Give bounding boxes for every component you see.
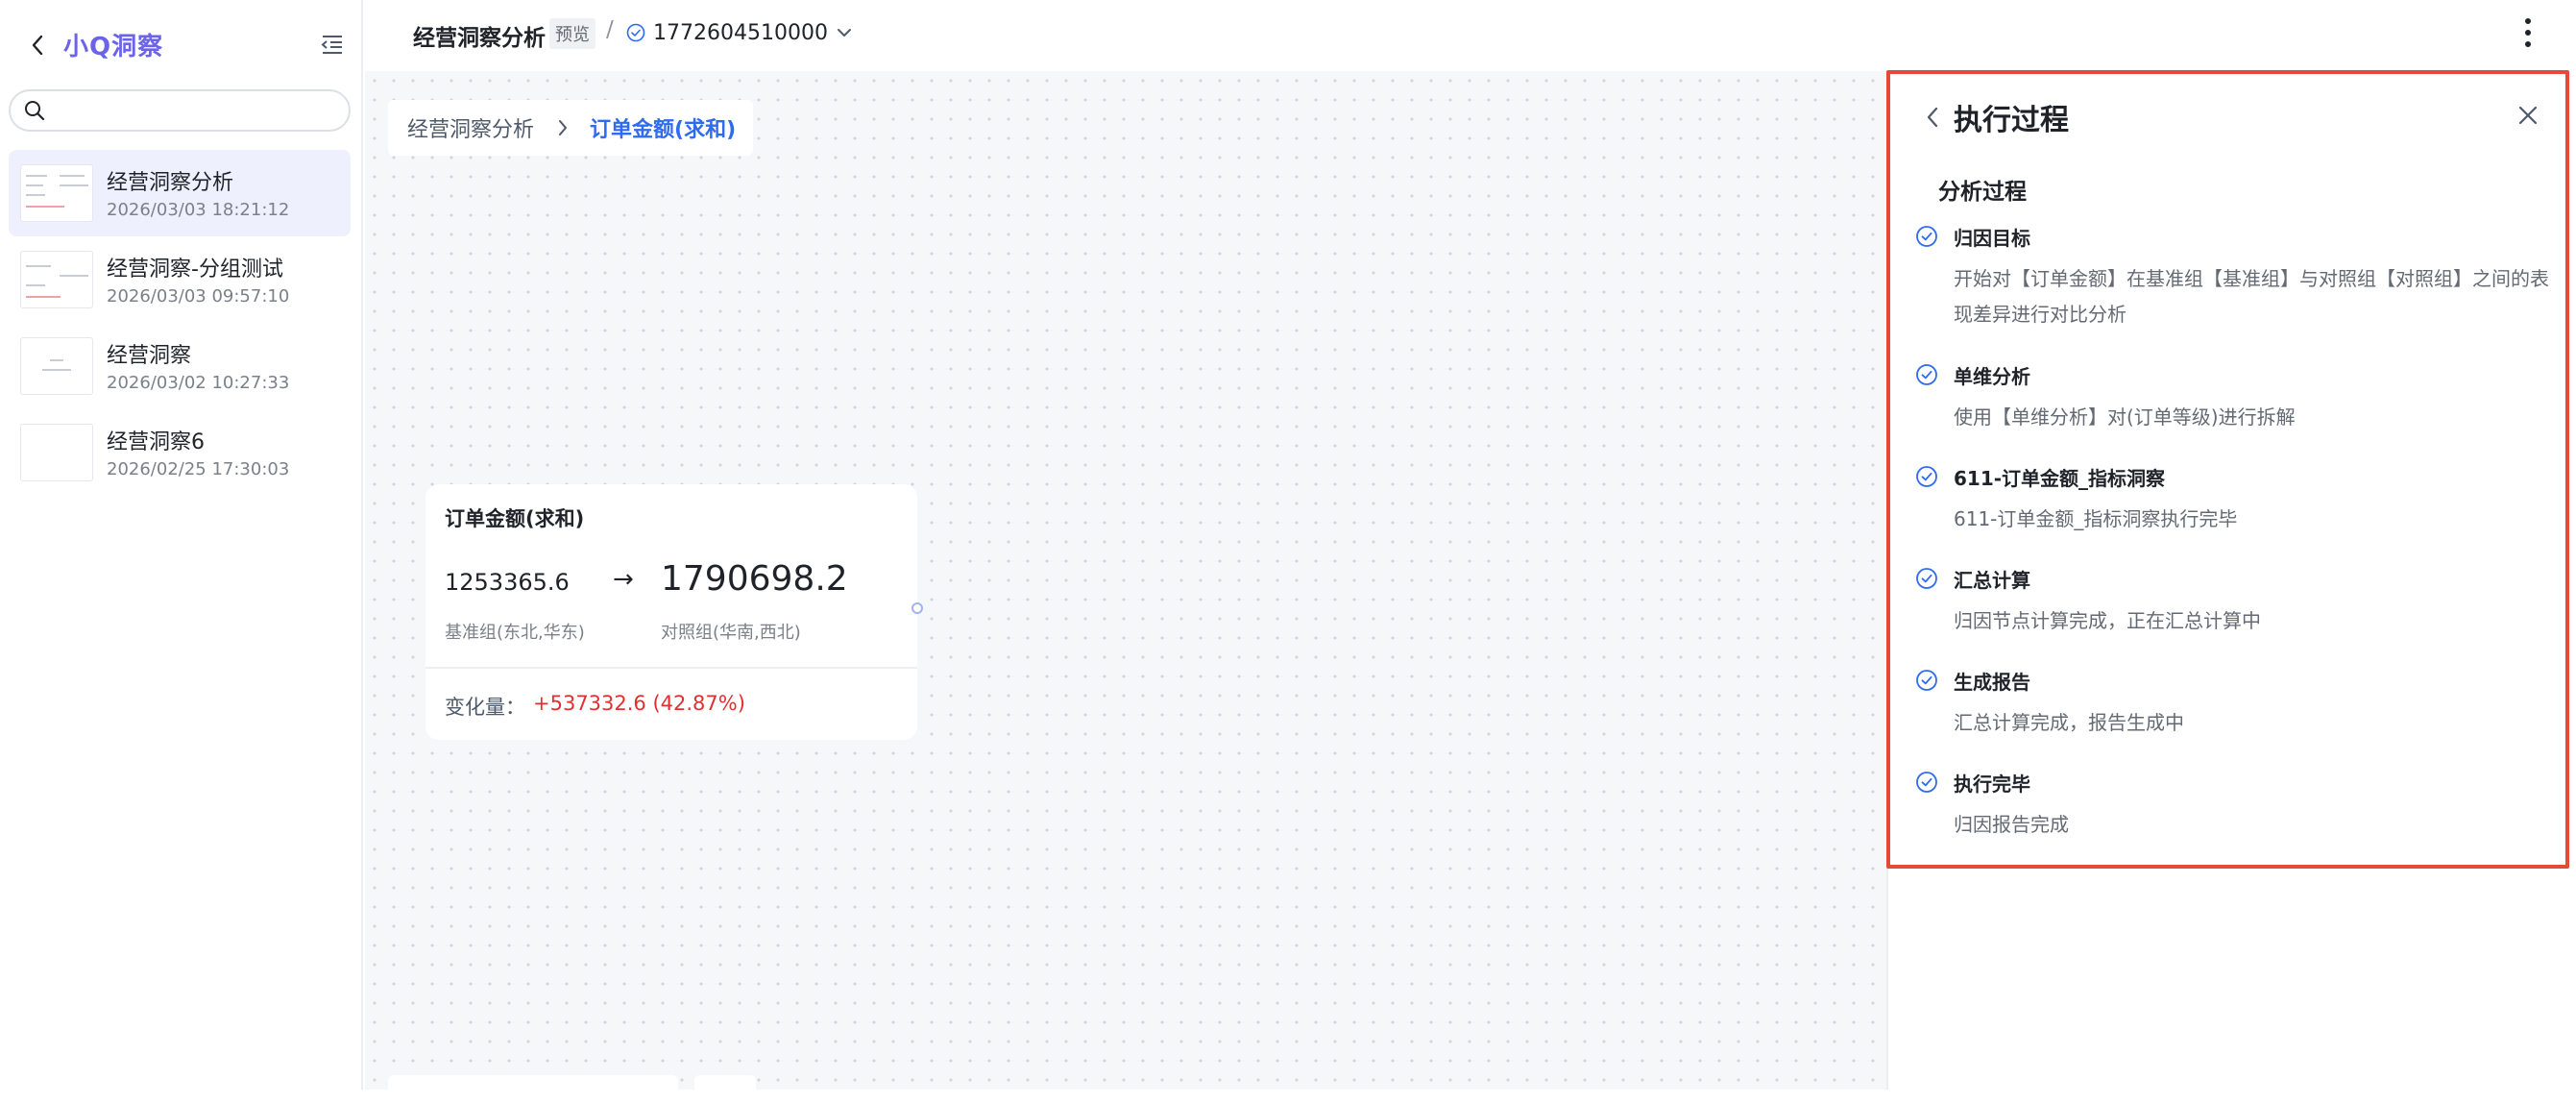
back-button[interactable] [25,29,50,61]
node-connector-handle[interactable] [911,602,923,614]
preview-badge: 预览 [549,18,595,49]
chevron-right-icon [559,120,568,135]
step-name: 生成报告 [1954,671,2030,694]
check-circle-icon [626,23,645,42]
canvas-toolbar-left[interactable] [388,1075,678,1104]
step-desc: 汇总计算完成，报告生成中 [1954,711,2184,734]
chevron-down-icon [837,29,851,37]
search-input[interactable] [55,93,349,128]
item-title: 经营洞察-分组测试 [107,258,283,282]
panel-title: 执行过程 [1954,104,2069,137]
page-title: 经营洞察分析 [413,26,546,51]
step-desc: 归因报告完成 [1954,813,2069,836]
execution-panel: 执行过程 分析过程 归因目标 开始对【订单金额】在基准组【基准组】与对照组【对照… [1886,71,2576,1090]
list-item[interactable]: 经营洞察分析 2026/03/03 18:21:12 [9,150,351,236]
check-circle-icon [1916,568,1937,589]
item-date: 2026/02/25 17:30:03 [107,459,290,479]
metric-title: 订单金额(求和) [445,507,585,530]
step-name: 611-订单金额_指标洞察 [1954,467,2166,490]
breadcrumb: 经营洞察分析 订单金额(求和) [388,100,754,156]
insight-list: 经营洞察分析 2026/03/03 18:21:12 经营洞察-分组测试 202… [9,150,351,496]
compare-arrow: → [613,565,634,594]
item-thumbnail [20,337,93,395]
change-value: +537332.6 (42.87%) [533,692,745,715]
check-circle-icon [1916,364,1937,385]
list-item[interactable]: 经营洞察-分组测试 2026/03/03 09:57:10 [9,236,351,323]
step-name: 单维分析 [1954,365,2030,388]
compare-value: 1790698.2 [661,559,848,599]
canvas-toolbar-right[interactable] [694,1075,756,1104]
more-options-button[interactable] [2518,15,2538,50]
section-heading: 分析过程 [1938,180,2027,205]
step-name: 归因目标 [1954,227,2030,250]
item-title: 经营洞察分析 [107,171,234,195]
metric-card[interactable]: 订单金额(求和) 1253365.6 → 1790698.2 基准组(东北,华东… [425,484,917,740]
app-logo: 小Q洞察 [63,33,164,61]
base-value: 1253365.6 [445,569,570,596]
panel-back-button[interactable] [1921,100,1944,135]
item-date: 2026/03/02 10:27:33 [107,373,290,393]
close-icon [2518,106,2538,125]
step-desc: 611-订单金额_指标洞察执行完毕 [1954,507,2238,530]
item-thumbnail [20,164,93,222]
card-divider [425,667,917,669]
item-date: 2026/03/03 18:21:12 [107,200,290,220]
top-bar: 经营洞察分析 预览 / 1772604510000 [365,0,2576,69]
panel-close-button[interactable] [2515,102,2541,129]
chevron-left-icon [32,35,43,56]
collapse-menu-icon [321,36,342,54]
version-label: 1772604510000 [653,20,828,45]
title-separator: / [606,17,614,42]
sidebar: 小Q洞察 经营洞察分析 2026/03/03 18:21:12 经营洞察-分组测… [0,0,363,1090]
breadcrumb-current: 订单金额(求和) [590,118,737,142]
more-vertical-icon [2525,18,2531,24]
item-thumbnail [20,424,93,481]
base-group-label: 基准组(东北,华东) [445,623,585,643]
search-box[interactable] [9,89,351,132]
step-desc: 归因节点计算完成，正在汇总计算中 [1954,609,2261,632]
list-item[interactable]: 经营洞察6 2026/02/25 17:30:03 [9,409,351,496]
compare-group-label: 对照组(华南,西北) [661,623,801,643]
step-name: 汇总计算 [1954,569,2030,592]
item-date: 2026/03/03 09:57:10 [107,286,290,307]
list-item[interactable]: 经营洞察 2026/03/02 10:27:33 [9,323,351,409]
item-thumbnail [20,251,93,308]
check-circle-icon [1916,226,1937,247]
check-circle-icon [1916,466,1937,487]
step-name: 执行完毕 [1954,773,2030,796]
version-selector[interactable]: 1772604510000 [626,17,853,48]
search-icon [25,101,45,121]
step-desc: 开始对【订单金额】在基准组【基准组】与对照组【对照组】之间的表现差异进行对比分析 [1954,267,2549,326]
check-circle-icon [1916,772,1937,793]
collapse-sidebar-button[interactable] [317,29,348,60]
chevron-left-icon [1927,107,1938,128]
step-desc: 使用【单维分析】对(订单等级)进行拆解 [1954,405,2296,429]
item-title: 经营洞察6 [107,430,205,454]
analysis-canvas[interactable]: 经营洞察分析 订单金额(求和) 订单金额(求和) 1253365.6 → 179… [365,71,1886,1104]
breadcrumb-parent[interactable]: 经营洞察分析 [407,112,534,143]
check-circle-icon [1916,670,1937,691]
item-title: 经营洞察 [107,344,192,368]
change-label: 变化量： [445,696,525,719]
